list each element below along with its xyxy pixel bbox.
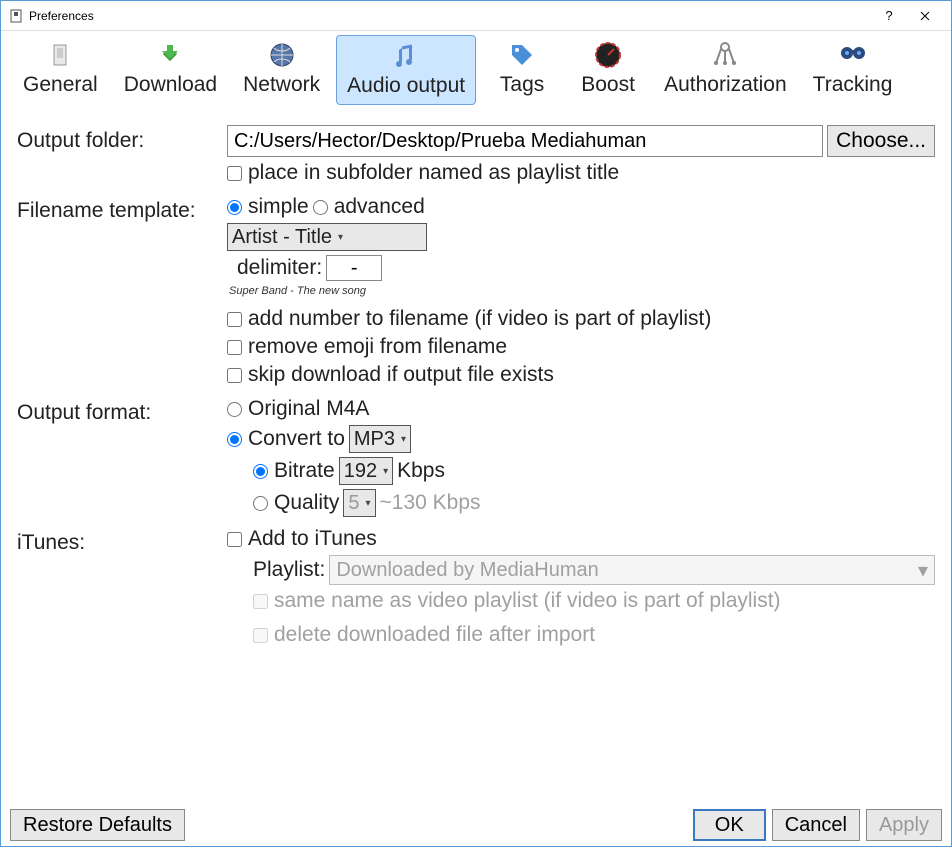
quality-radio[interactable]: Quality — [253, 491, 339, 515]
tags-icon — [506, 39, 538, 71]
bitrate-dropdown[interactable]: 192 ▾ — [339, 457, 393, 485]
choose-button[interactable]: Choose... — [827, 125, 935, 157]
help-button[interactable]: ? — [871, 2, 907, 30]
chevron-down-icon: ▾ — [365, 498, 370, 509]
tab-audio-output[interactable]: Audio output — [336, 35, 476, 105]
advanced-radio[interactable]: advanced — [313, 195, 425, 219]
network-icon — [266, 39, 298, 71]
output-folder-input[interactable] — [227, 125, 823, 157]
output-format-label: Output format: — [17, 397, 227, 425]
audio-output-icon — [390, 40, 422, 72]
template-example: Super Band - The new song — [229, 285, 935, 297]
delete-after-checkbox: delete downloaded file after import — [253, 623, 595, 647]
tab-boost[interactable]: Boost — [568, 35, 648, 105]
original-m4a-radio[interactable]: Original M4A — [227, 397, 369, 421]
filename-template-label: Filename template: — [17, 195, 227, 223]
remove-emoji-checkbox[interactable]: remove emoji from filename — [227, 335, 507, 359]
window-title: Preferences — [29, 9, 871, 23]
playlist-dropdown: Downloaded by MediaHuman ▾ — [329, 555, 935, 585]
format-dropdown[interactable]: MP3 ▾ — [349, 425, 411, 453]
tab-tags[interactable]: Tags — [482, 35, 562, 105]
output-folder-label: Output folder: — [17, 125, 227, 153]
tab-tracking[interactable]: Tracking — [803, 35, 903, 105]
general-icon — [44, 39, 76, 71]
skip-download-checkbox[interactable]: skip download if output file exists — [227, 363, 554, 387]
add-itunes-checkbox[interactable]: Add to iTunes — [227, 527, 377, 551]
convert-to-radio[interactable]: Convert to — [227, 427, 345, 451]
authorization-icon — [709, 39, 741, 71]
bitrate-radio[interactable]: Bitrate — [253, 459, 335, 483]
playlist-label: Playlist: — [253, 558, 325, 582]
tab-authorization[interactable]: Authorization — [654, 35, 797, 105]
itunes-label: iTunes: — [17, 527, 227, 555]
close-button[interactable] — [907, 2, 943, 30]
app-icon — [9, 9, 23, 23]
chevron-down-icon: ▾ — [383, 466, 388, 477]
tracking-icon — [837, 39, 869, 71]
subfolder-checkbox[interactable]: place in subfolder named as playlist tit… — [227, 161, 619, 185]
chevron-down-icon: ▾ — [918, 558, 928, 583]
kbps-label: Kbps — [397, 459, 445, 483]
delimiter-label: delimiter: — [237, 256, 322, 280]
cancel-button[interactable]: Cancel — [772, 809, 860, 841]
quality-estimate: ~130 Kbps — [380, 491, 481, 515]
download-icon — [154, 39, 186, 71]
tab-bar: General Download Network Audio output Ta… — [1, 31, 951, 105]
template-dropdown[interactable]: Artist - Title ▾ — [227, 223, 427, 251]
simple-radio[interactable]: simple — [227, 195, 309, 219]
chevron-down-icon: ▾ — [338, 232, 343, 243]
ok-button[interactable]: OK — [693, 809, 766, 841]
tab-download[interactable]: Download — [114, 35, 227, 105]
tab-general[interactable]: General — [13, 35, 108, 105]
chevron-down-icon: ▾ — [401, 434, 406, 445]
boost-icon — [592, 39, 624, 71]
tab-network[interactable]: Network — [233, 35, 330, 105]
delimiter-input[interactable] — [326, 255, 382, 281]
restore-defaults-button[interactable]: Restore Defaults — [10, 809, 185, 841]
apply-button[interactable]: Apply — [866, 809, 942, 841]
same-name-checkbox: same name as video playlist (if video is… — [253, 589, 781, 613]
quality-dropdown: 5 ▾ — [343, 489, 375, 517]
add-number-checkbox[interactable]: add number to filename (if video is part… — [227, 307, 711, 331]
